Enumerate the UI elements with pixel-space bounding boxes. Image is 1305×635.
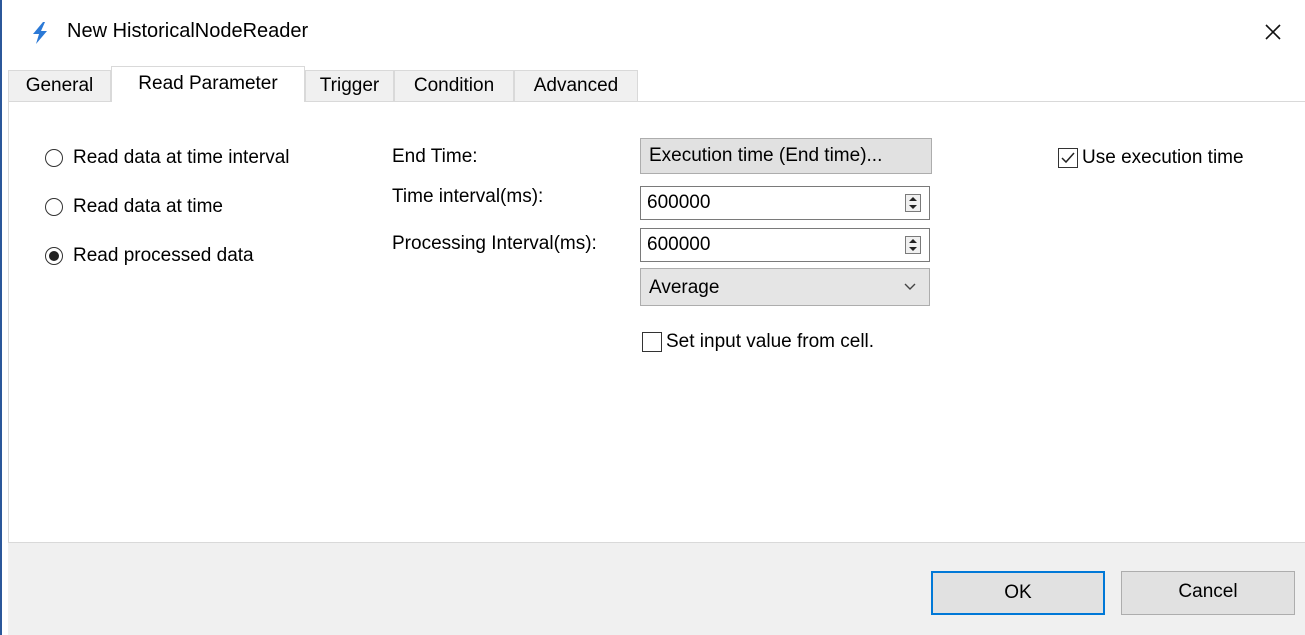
tab-general[interactable]: General [8, 70, 111, 101]
processing-interval-label: Processing Interval(ms): [392, 233, 597, 254]
radio-label: Read processed data [73, 245, 254, 266]
processing-interval-value[interactable]: 600000 [647, 234, 710, 256]
radio-read-at-time-interval[interactable]: Read data at time interval [45, 145, 290, 171]
radio-button[interactable] [45, 149, 63, 167]
radio-button-selected[interactable] [45, 247, 63, 265]
end-time-label: End Time: [392, 146, 478, 167]
window-title: New HistoricalNodeReader [67, 20, 309, 42]
checkbox-box[interactable] [642, 332, 662, 352]
radio-label: Read data at time [73, 196, 223, 217]
tab-trigger[interactable]: Trigger [305, 70, 394, 101]
end-time-button[interactable]: Execution time (End time)... [640, 138, 932, 174]
tab-advanced[interactable]: Advanced [514, 70, 638, 101]
ok-button[interactable]: OK [931, 571, 1105, 615]
tab-read-parameter[interactable]: Read Parameter [111, 66, 305, 102]
set-input-from-cell-label: Set input value from cell. [666, 331, 875, 352]
radio-button[interactable] [45, 198, 63, 216]
spin-arrows-icon[interactable] [905, 194, 921, 212]
radio-label: Read data at time interval [73, 147, 290, 168]
checkmark-icon [1061, 152, 1075, 164]
set-input-from-cell-checkbox[interactable]: Set input value from cell. [642, 331, 874, 353]
processing-interval-stepper[interactable]: 600000 [640, 228, 930, 262]
spin-arrows-icon[interactable] [905, 236, 921, 254]
cancel-button[interactable]: Cancel [1121, 571, 1295, 615]
title-bar: New HistoricalNodeReader [0, 0, 1305, 66]
use-execution-time-checkbox[interactable]: Use execution time [1058, 147, 1244, 169]
radio-read-at-time[interactable]: Read data at time [45, 194, 223, 220]
tab-condition[interactable]: Condition [394, 70, 514, 101]
aggregate-value: Average [649, 277, 720, 298]
checkbox-box-checked[interactable] [1058, 148, 1078, 168]
time-interval-label: Time interval(ms): [392, 186, 544, 207]
close-icon[interactable] [1255, 14, 1291, 50]
chevron-down-icon [904, 283, 916, 290]
lightning-icon [33, 22, 47, 44]
aggregate-select[interactable]: Average [640, 268, 930, 306]
dialog-footer [8, 542, 1305, 635]
radio-read-processed-data[interactable]: Read processed data [45, 243, 254, 269]
use-execution-time-label: Use execution time [1082, 147, 1244, 168]
window-left-edge [0, 0, 2, 635]
time-interval-stepper[interactable]: 600000 [640, 186, 930, 220]
time-interval-value[interactable]: 600000 [647, 192, 710, 214]
